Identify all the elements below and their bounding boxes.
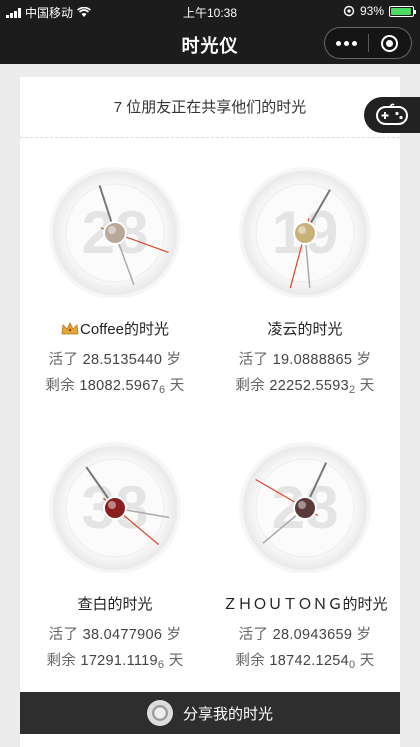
friend-name: 凌云的时光 — [267, 321, 343, 338]
age-stat: 活了 28.5135440 岁 — [48, 352, 182, 368]
friends-count-header: 7 位朋友正在共享他们的时光 — [20, 77, 400, 138]
friend-name: 查白的时光 — [77, 596, 153, 613]
life-clock: 28 — [210, 413, 400, 574]
friend-card[interactable]: 19 凌云的时光活了 19.0888865 岁剩余 22252.55932 天 — [210, 138, 400, 408]
gamepad-icon — [376, 103, 408, 125]
battery-icon — [389, 5, 416, 17]
remaining-stat: 剩余 18742.12540 天 — [235, 653, 375, 671]
avatar — [293, 496, 317, 520]
age-stat: 活了 28.0943659 岁 — [238, 627, 372, 643]
avatar — [103, 496, 127, 520]
status-right: 93% — [343, 4, 416, 18]
status-bar: 中国移动 上午10:38 93% — [0, 0, 420, 22]
remaining-stat: 剩余 18082.59676 天 — [45, 378, 185, 396]
game-button[interactable] — [364, 97, 420, 133]
remaining-stat: 剩余 22252.55932 天 — [235, 378, 375, 396]
close-target-icon[interactable] — [368, 34, 411, 52]
share-my-time-button[interactable]: 分享我的时光 — [20, 692, 400, 734]
more-dots-icon[interactable] — [325, 40, 368, 46]
life-clock: 19 — [210, 138, 400, 299]
friend-card[interactable]: 28 ＺＨＯＵＴＯＮＧ的时光活了 28.0943659 岁剩余 18742.125… — [210, 413, 400, 683]
location-lock-icon — [343, 5, 355, 17]
nav-bar: 时光仪 — [0, 22, 420, 64]
friends-card: 7 位朋友正在共享他们的时光 28 Coffee的时光活了 28.5135440 … — [20, 77, 400, 747]
share-label: 分享我的时光 — [182, 705, 273, 723]
crown-icon — [61, 322, 79, 335]
age-stat: 活了 19.0888865 岁 — [238, 352, 372, 368]
battery-percent: 93% — [359, 4, 384, 18]
friend-card[interactable]: 38 查白的时光活了 38.0477906 岁剩余 17291.11196 天 — [20, 413, 210, 683]
remaining-stat: 剩余 17291.11196 天 — [46, 653, 184, 671]
friend-card[interactable]: 28 Coffee的时光活了 28.5135440 岁剩余 18082.59676… — [20, 138, 210, 408]
share-avatar-icon — [146, 700, 173, 726]
life-clock: 38 — [20, 413, 210, 574]
friend-name: Coffee的时光 — [20, 318, 210, 339]
friend-name: ＺＨＯＵＴＯＮＧ的时光 — [222, 596, 388, 613]
avatar — [293, 221, 317, 245]
avatar — [103, 221, 127, 245]
life-clock: 28 — [20, 138, 210, 299]
mini-program-capsule — [324, 27, 412, 59]
age-stat: 活了 38.0477906 岁 — [48, 627, 182, 643]
